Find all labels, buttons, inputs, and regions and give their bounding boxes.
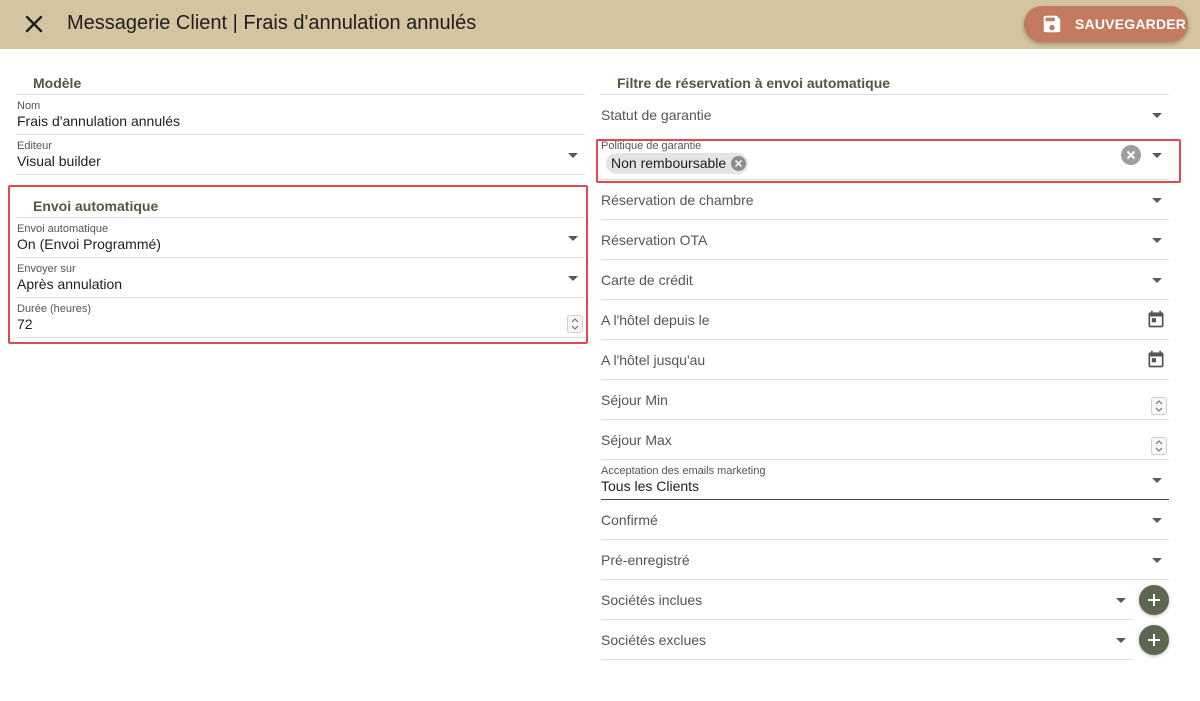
divider xyxy=(17,174,585,175)
chip-label: Non remboursable xyxy=(611,155,727,171)
plus-icon xyxy=(1148,594,1160,606)
clear-icon[interactable] xyxy=(1121,145,1141,165)
divider xyxy=(601,619,1133,620)
chevron-down-icon[interactable] xyxy=(568,276,578,281)
divider xyxy=(601,539,1169,540)
chevron-down-icon[interactable] xyxy=(1152,153,1162,158)
reservation-ota-label: Réservation OTA xyxy=(601,232,708,248)
chevron-down-icon[interactable] xyxy=(1152,278,1162,283)
reservation-chambre-label: Réservation de chambre xyxy=(601,192,754,208)
chip-remove-icon[interactable] xyxy=(731,156,746,171)
divider xyxy=(17,257,585,258)
divider xyxy=(601,339,1169,340)
floppy-disk-icon xyxy=(1041,13,1063,35)
calendar-icon[interactable] xyxy=(1146,309,1166,329)
acceptation-emails-label: Acceptation des emails marketing xyxy=(601,465,766,477)
envoyer-sur-value: Après annulation xyxy=(17,276,123,292)
sejour-max-stepper[interactable] xyxy=(1151,437,1167,455)
duree-stepper[interactable] xyxy=(567,315,583,333)
sejour-min-stepper[interactable] xyxy=(1151,397,1167,415)
section-title-modele: Modèle xyxy=(33,75,82,91)
divider xyxy=(17,337,585,338)
divider xyxy=(17,94,585,95)
divider xyxy=(601,259,1169,260)
close-icon[interactable] xyxy=(20,10,48,38)
chip-non-remboursable: Non remboursable xyxy=(606,153,748,174)
section-title-filtre: Filtre de réservation à envoi automatiqu… xyxy=(617,75,891,91)
top-bar: Messagerie Client | Frais d'annulation a… xyxy=(0,0,1200,49)
divider xyxy=(601,579,1169,580)
divider xyxy=(601,459,1169,460)
sejour-max-label: Séjour Max xyxy=(601,432,672,448)
chevron-down-icon[interactable] xyxy=(568,236,578,241)
plus-icon xyxy=(1148,634,1160,646)
divider xyxy=(601,659,1133,660)
chevron-down-icon[interactable] xyxy=(1152,558,1162,563)
societes-exclues-label: Sociétés exclues xyxy=(601,632,707,648)
page-title: Messagerie Client | Frais d'annulation a… xyxy=(67,12,477,34)
editeur-value: Visual builder xyxy=(17,153,101,169)
envoyer-sur-label: Envoyer sur xyxy=(17,263,76,275)
add-societe-exclue-button[interactable] xyxy=(1139,625,1169,655)
nom-label: Nom xyxy=(17,100,41,112)
save-button-label: SAUVEGARDER xyxy=(1075,16,1187,32)
confirme-label: Confirmé xyxy=(601,512,658,528)
duree-label: Durée (heures) xyxy=(17,303,91,315)
envoi-automatique-value: On (Envoi Programmé) xyxy=(17,236,161,252)
calendar-icon[interactable] xyxy=(1146,349,1166,369)
hotel-depuis-label: A l'hôtel depuis le xyxy=(601,312,710,328)
divider xyxy=(17,217,585,218)
divider xyxy=(601,94,1169,95)
divider xyxy=(601,499,1169,500)
carte-credit-label: Carte de crédit xyxy=(601,272,693,288)
pre-enregistre-label: Pré-enregistré xyxy=(601,552,690,568)
divider xyxy=(601,299,1169,300)
divider xyxy=(17,134,585,135)
chevron-down-icon[interactable] xyxy=(1152,518,1162,523)
sejour-min-label: Séjour Min xyxy=(601,392,668,408)
chevron-down-icon[interactable] xyxy=(1152,198,1162,203)
chevron-down-icon[interactable] xyxy=(1152,238,1162,243)
chevron-down-icon[interactable] xyxy=(1116,598,1126,603)
add-societe-incluse-button[interactable] xyxy=(1139,585,1169,615)
duree-input[interactable]: 72 xyxy=(17,316,33,332)
statut-garantie-label: Statut de garantie xyxy=(601,107,712,123)
chevron-down-icon[interactable] xyxy=(568,153,578,158)
save-button[interactable]: SAUVEGARDER xyxy=(1024,6,1188,42)
envoi-automatique-label: Envoi automatique xyxy=(17,223,109,235)
divider xyxy=(601,179,1169,180)
chevron-down-icon[interactable] xyxy=(1116,638,1126,643)
politique-garantie-label: Politique de garantie xyxy=(601,140,702,152)
divider xyxy=(601,379,1169,380)
editeur-label: Editeur xyxy=(17,140,52,152)
nom-input[interactable]: Frais d'annulation annulés xyxy=(17,113,180,129)
divider xyxy=(601,419,1169,420)
acceptation-emails-value: Tous les Clients xyxy=(601,478,700,494)
divider xyxy=(601,219,1169,220)
divider xyxy=(17,297,585,298)
chevron-down-icon[interactable] xyxy=(1152,113,1162,118)
chevron-down-icon[interactable] xyxy=(1152,478,1162,483)
section-title-envoi: Envoi automatique xyxy=(33,198,159,214)
hotel-jusqua-label: A l'hôtel jusqu'au xyxy=(601,352,706,368)
societes-inclues-label: Sociétés inclues xyxy=(601,592,703,608)
